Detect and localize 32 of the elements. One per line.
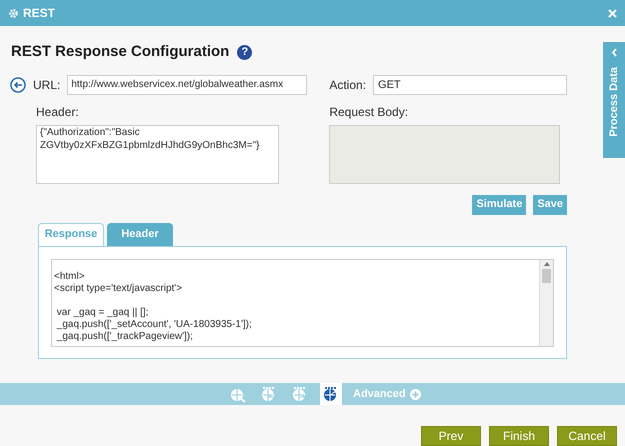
response-field[interactable]: <html> <script type='text/javascript'> var _gaq = _gaq || []; _gaq.push(['_setAccount', 'UA-1803935-1']); _gaq.push(['_trackPageview']); bbox=[51, 258, 554, 347]
advanced-button[interactable]: Advanced bbox=[353, 386, 421, 402]
request-body-label: Request Body: bbox=[329, 104, 410, 120]
footer-button[interactable]: Prev bbox=[421, 426, 481, 446]
tab[interactable]: Response bbox=[38, 222, 104, 247]
action-button[interactable]: Save bbox=[533, 194, 568, 214]
help-icon[interactable]: ? bbox=[237, 44, 252, 60]
tab[interactable]: Header bbox=[107, 222, 173, 247]
url-field[interactable]: http://www.webservicex.net/globalweather.asmx bbox=[67, 74, 308, 94]
header-field[interactable]: {"Authorization":"Basic ZGVtby0zXFxBZG1pbmlzdHJhdG9yOnBhc3M="} bbox=[36, 124, 279, 184]
footer-button[interactable]: Finish bbox=[489, 426, 549, 446]
header-label: Header: bbox=[36, 104, 80, 120]
close-icon[interactable] bbox=[608, 8, 617, 18]
step-button[interactable] bbox=[320, 383, 342, 405]
action-label: Action: bbox=[329, 76, 366, 94]
code-line: <script type='text/javascript'> bbox=[54, 283, 184, 295]
url-label: URL: bbox=[33, 76, 60, 94]
footer-button[interactable]: Cancel bbox=[557, 426, 617, 446]
scrollbar[interactable] bbox=[539, 260, 553, 346]
action-button[interactable]: Simulate bbox=[472, 194, 526, 214]
code-line: _gaq.push(['_trackPageview']); bbox=[56, 331, 194, 343]
window-title: REST bbox=[23, 5, 56, 22]
page-heading: REST Response Configuration bbox=[11, 42, 230, 62]
action-field[interactable]: GET bbox=[373, 74, 568, 94]
code-line: _gaq.push(['_setAccount', 'UA-1803935-1']); bbox=[56, 319, 253, 331]
code-line: <html> bbox=[54, 271, 86, 283]
code-line: var _gaq = _gaq || []; bbox=[56, 307, 150, 319]
plus-icon bbox=[410, 388, 421, 400]
gear-icon bbox=[8, 8, 19, 18]
chevron-left-icon bbox=[610, 48, 618, 57]
side-tab-label: Process Data bbox=[606, 67, 621, 137]
side-tab[interactable]: Process Data bbox=[603, 42, 625, 158]
